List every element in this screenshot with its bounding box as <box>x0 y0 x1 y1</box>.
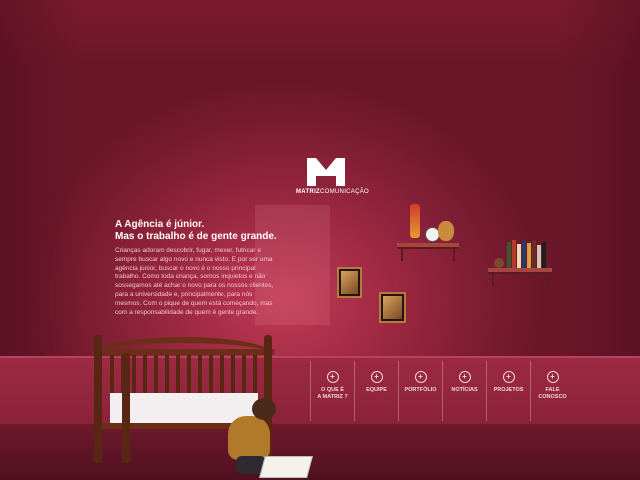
toy-robot <box>410 204 420 238</box>
toy-shelf <box>397 243 459 261</box>
plus-circle-icon: + <box>458 371 471 383</box>
nav-label: NOTÍCIAS <box>451 387 478 393</box>
nav-item-fale-conosco[interactable]: + FALE CONOSCO <box>530 361 574 421</box>
toy-teddy-bear <box>438 221 454 241</box>
plus-circle-icon: + <box>414 371 427 383</box>
plus-circle-icon: + <box>370 371 383 383</box>
matriz-logo[interactable]: MATRIZCOMUNICAÇÃO <box>296 158 369 195</box>
nav-label: FALE CONOSCO <box>538 387 567 400</box>
page-headline: A Agência é júnior. Mas o trabalho é de … <box>115 219 285 243</box>
nav-item-noticias[interactable]: + NOTÍCIAS <box>442 361 486 421</box>
plus-circle-icon: + <box>326 371 339 383</box>
ceiling-shade <box>0 0 640 70</box>
books <box>507 240 547 268</box>
nav-label: PORTFÓLIO <box>404 387 437 393</box>
headline-line-1: A Agência é júnior. <box>115 219 205 230</box>
intro-paragraph: Crianças adoram descobrir, fugar, mexer,… <box>115 247 274 316</box>
book-shelf <box>488 268 552 286</box>
framed-picture-2 <box>379 292 406 323</box>
main-navigation: + O QUE É A MATRIZ ? + EQUIPE + PORTFÓLI… <box>310 361 574 421</box>
nav-label: PROJETOS <box>493 387 524 393</box>
room-scene: MATRIZCOMUNICAÇÃO A Agência é júnior. Ma… <box>0 0 640 480</box>
headline-line-2: Mas o trabalho é de gente grande. <box>115 231 277 242</box>
nav-label: O QUE É A MATRIZ ? <box>317 387 348 400</box>
open-book <box>259 456 313 478</box>
nav-label: EQUIPE <box>366 387 387 393</box>
nav-item-projetos[interactable]: + PROJETOS <box>486 361 530 421</box>
logo-wordmark: MATRIZCOMUNICAÇÃO <box>296 189 369 195</box>
matriz-logo-mark <box>307 158 345 186</box>
plus-circle-icon: + <box>502 371 515 383</box>
nav-item-equipe[interactable]: + EQUIPE <box>354 361 398 421</box>
small-ornament <box>494 258 504 268</box>
nav-item-portfolio[interactable]: + PORTFÓLIO <box>398 361 442 421</box>
nav-item-o-que-e[interactable]: + O QUE É A MATRIZ ? <box>310 361 354 421</box>
plus-circle-icon: + <box>546 371 559 383</box>
framed-picture-1 <box>337 267 362 298</box>
